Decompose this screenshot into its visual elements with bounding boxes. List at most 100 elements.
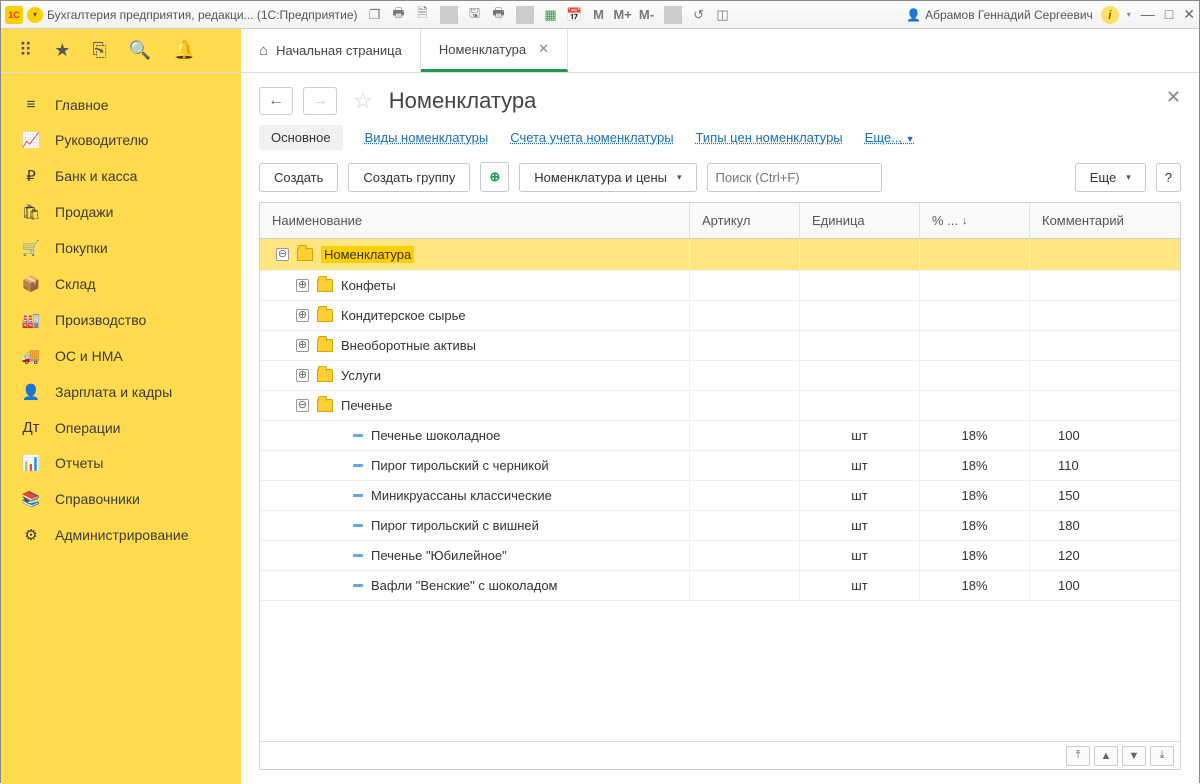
close-button[interactable]: ✕: [1183, 6, 1195, 23]
nav-back-button[interactable]: ←: [259, 87, 293, 115]
info-dropdown[interactable]: ▾: [1127, 10, 1131, 19]
table-row[interactable]: Печенье "Юбилейное"шт18%120: [260, 541, 1180, 571]
help-button[interactable]: ?: [1156, 163, 1181, 192]
more-actions-button[interactable]: Еще▾: [1075, 163, 1146, 192]
table-row[interactable]: Пирог тирольский с вишнейшт18%180: [260, 511, 1180, 541]
sidebar-icon: 📚: [21, 490, 41, 508]
folder-icon: [317, 279, 333, 292]
expand-icon[interactable]: ⊕: [296, 339, 309, 352]
tab-nomenclature[interactable]: Номенклатура ✕: [421, 29, 568, 72]
add-item-button[interactable]: ⊕: [480, 162, 509, 192]
sidebar-item-10[interactable]: 📊Отчеты: [1, 445, 241, 481]
memory-m-button[interactable]: M: [590, 6, 608, 24]
scroll-bottom-button[interactable]: ⤓: [1150, 746, 1174, 766]
tab-home[interactable]: ⌂ Начальная страница: [241, 29, 421, 72]
table-row[interactable]: Вафли "Венские" с шоколадомшт18%100: [260, 571, 1180, 601]
panel-close-icon[interactable]: ✕: [1166, 87, 1181, 108]
row-label: Миникруассаны классические: [371, 488, 552, 503]
sidebar-item-5[interactable]: 📦Склад: [1, 266, 241, 302]
minimize-button[interactable]: —: [1141, 6, 1155, 23]
sidebar-item-12[interactable]: ⚙Администрирование: [1, 517, 241, 553]
calendar-icon[interactable]: 📅: [566, 6, 584, 24]
table-row[interactable]: Пирог тирольский с черникойшт18%110: [260, 451, 1180, 481]
cell-article: [690, 451, 800, 480]
expand-icon[interactable]: ⊕: [296, 369, 309, 382]
print-icon[interactable]: 🖶: [390, 6, 408, 24]
col-unit[interactable]: Единица: [800, 203, 920, 239]
prices-dropdown-button[interactable]: Номенклатура и цены▾: [519, 163, 696, 192]
sidebar-item-0[interactable]: ≡Главное: [1, 87, 241, 122]
tab-close-icon[interactable]: ✕: [538, 41, 549, 57]
document-icon[interactable]: 🗎: [414, 6, 432, 24]
action-toolbar: Создать Создать группу ⊕ Номенклатура и …: [259, 162, 1181, 192]
scroll-top-button[interactable]: ⤒: [1066, 746, 1090, 766]
table-body: ⊖Номенклатура⊕Конфеты⊕Кондитерское сырье…: [260, 239, 1180, 741]
table-row[interactable]: Печенье шоколадноешт18%100: [260, 421, 1180, 451]
subnav-link-types[interactable]: Виды номенклатуры: [365, 130, 489, 145]
subnav-more[interactable]: Еще... ▼: [865, 130, 915, 145]
memory-mplus-button[interactable]: M+: [614, 6, 632, 24]
scroll-down-button[interactable]: ▼: [1122, 746, 1146, 766]
cell-article: [690, 239, 800, 270]
subnav-link-accounts[interactable]: Счета учета номенклатуры: [510, 130, 673, 145]
expand-icon[interactable]: ⊕: [296, 279, 309, 292]
app-menu-dropdown[interactable]: ▾: [27, 7, 43, 23]
favorite-star-icon[interactable]: ☆: [353, 88, 373, 114]
table-row[interactable]: ⊕Конфеты: [260, 271, 1180, 301]
subnav-main[interactable]: Основное: [259, 125, 343, 150]
notifications-icon[interactable]: 🔔: [173, 40, 195, 61]
cell-article: [690, 301, 800, 330]
sidebar-item-4[interactable]: 🛒Покупки: [1, 230, 241, 266]
nav-forward-button[interactable]: →: [303, 87, 337, 115]
folder-icon: [317, 339, 333, 352]
create-group-button[interactable]: Создать группу: [348, 163, 470, 192]
favorites-icon[interactable]: ★: [54, 40, 70, 61]
sidebar-item-8[interactable]: 👤Зарплата и кадры: [1, 374, 241, 410]
sidebar-label: Справочники: [55, 491, 140, 507]
info-icon[interactable]: i: [1101, 6, 1119, 24]
sidebar-item-3[interactable]: 🛍Продажи: [1, 194, 241, 230]
cell-unit: [800, 301, 920, 330]
table-row[interactable]: ⊕Внеоборотные активы: [260, 331, 1180, 361]
panel-icon[interactable]: ◫: [714, 6, 732, 24]
subnav-link-price-types[interactable]: Типы цен номенклатуры: [696, 130, 843, 145]
table-row[interactable]: ⊖Печенье: [260, 391, 1180, 421]
print2-icon[interactable]: 🖶: [490, 6, 508, 24]
apps-icon[interactable]: ⠿: [19, 40, 32, 61]
col-comment[interactable]: Комментарий: [1030, 203, 1180, 239]
table-row[interactable]: ⊖Номенклатура: [260, 239, 1180, 271]
collapse-icon[interactable]: ⊖: [296, 399, 309, 412]
current-user[interactable]: 👤 Абрамов Геннадий Сергеевич: [906, 8, 1093, 22]
sidebar-item-1[interactable]: 📈Руководителю: [1, 122, 241, 158]
col-percent[interactable]: % ...↓: [920, 203, 1030, 239]
search-icon[interactable]: 🔍: [129, 40, 151, 61]
collapse-icon[interactable]: ⊖: [276, 248, 289, 261]
table-row[interactable]: Миникруассаны классическиешт18%150: [260, 481, 1180, 511]
sidebar-item-9[interactable]: ДтОперации: [1, 410, 241, 445]
sidebar-item-7[interactable]: 🚚ОС и НМА: [1, 338, 241, 374]
create-button[interactable]: Создать: [259, 163, 338, 192]
maximize-button[interactable]: □: [1165, 6, 1173, 23]
sidebar-label: Главное: [55, 97, 109, 113]
cell-comment: [1030, 391, 1180, 420]
save-icon[interactable]: 🖫: [466, 6, 484, 24]
cell-comment: [1030, 239, 1180, 270]
calculator-icon[interactable]: ▦: [542, 6, 560, 24]
history-icon[interactable]: ⎘: [92, 40, 106, 61]
sidebar-item-11[interactable]: 📚 Справочники: [1, 481, 241, 517]
cell-article: [690, 511, 800, 540]
col-name[interactable]: Наименование: [260, 203, 690, 239]
back-icon[interactable]: ↺: [690, 6, 708, 24]
search-input[interactable]: [708, 164, 882, 191]
table-row[interactable]: ⊕Услуги: [260, 361, 1180, 391]
quick-toolbar: ⠿ ★ ⎘ 🔍 🔔: [1, 29, 241, 72]
new-window-icon[interactable]: ❐: [366, 6, 384, 24]
sidebar-item-6[interactable]: 🏭Производство: [1, 302, 241, 338]
scroll-up-button[interactable]: ▲: [1094, 746, 1118, 766]
memory-mminus-button[interactable]: M-: [638, 6, 656, 24]
sidebar-item-2[interactable]: ₽Банк и касса: [1, 158, 241, 194]
expand-icon[interactable]: ⊕: [296, 309, 309, 322]
col-article[interactable]: Артикул: [690, 203, 800, 239]
cell-percent: 18%: [920, 511, 1030, 540]
table-row[interactable]: ⊕Кондитерское сырье: [260, 301, 1180, 331]
